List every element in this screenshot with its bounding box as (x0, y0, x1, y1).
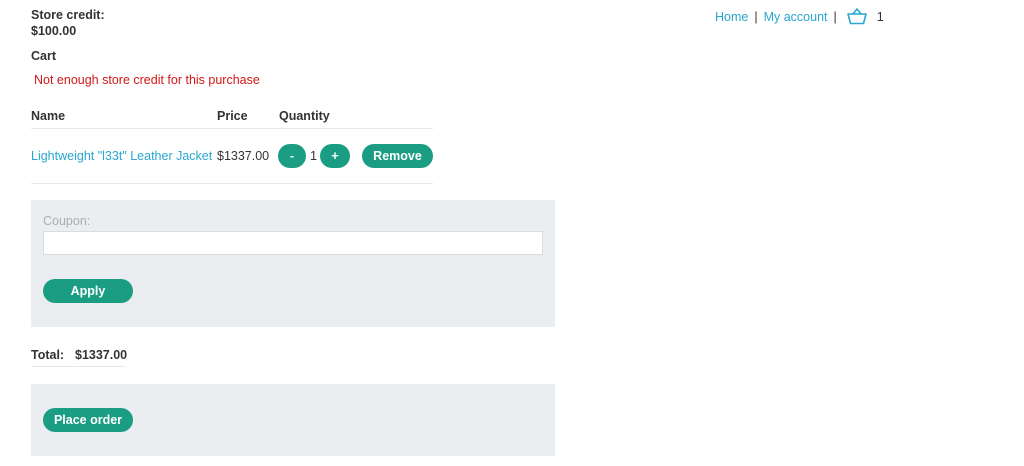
my-account-link[interactable]: My account (764, 10, 828, 24)
place-order-button[interactable]: Place order (43, 408, 133, 432)
table-row-divider (31, 183, 433, 184)
home-link[interactable]: Home (715, 10, 748, 24)
total-label: Total: (31, 348, 65, 362)
coupon-input[interactable] (43, 231, 543, 255)
place-order-panel: Place order (31, 384, 555, 456)
error-message: Not enough store credit for this purchas… (34, 73, 260, 87)
total-divider (31, 366, 125, 367)
coupon-panel: Coupon: Apply (31, 200, 555, 327)
cart-count: 1 (876, 9, 884, 24)
store-credit-label: Store credit: (31, 8, 105, 22)
store-credit-value: $100.00 (31, 24, 77, 38)
decrease-quantity-button[interactable]: - (278, 144, 306, 168)
basket-icon[interactable] (846, 8, 867, 25)
remove-button[interactable]: Remove (362, 144, 433, 168)
increase-quantity-button[interactable]: + (320, 144, 350, 168)
column-header-price: Price (217, 109, 248, 123)
table-header-divider (31, 128, 433, 129)
apply-coupon-button[interactable]: Apply (43, 279, 133, 303)
quantity-value: 1 (310, 149, 317, 163)
nav-separator: | (833, 9, 837, 24)
coupon-label: Coupon: (43, 214, 91, 228)
product-link[interactable]: Lightweight "l33t" Leather Jacket (31, 149, 212, 163)
column-header-quantity: Quantity (279, 109, 330, 123)
nav-separator: | (754, 9, 758, 24)
product-price: $1337.00 (217, 149, 270, 163)
total-value: $1337.00 (75, 348, 128, 362)
column-header-name: Name (31, 109, 66, 123)
cart-title: Cart (31, 49, 57, 63)
top-nav: Home | My account | 1 (715, 8, 884, 25)
